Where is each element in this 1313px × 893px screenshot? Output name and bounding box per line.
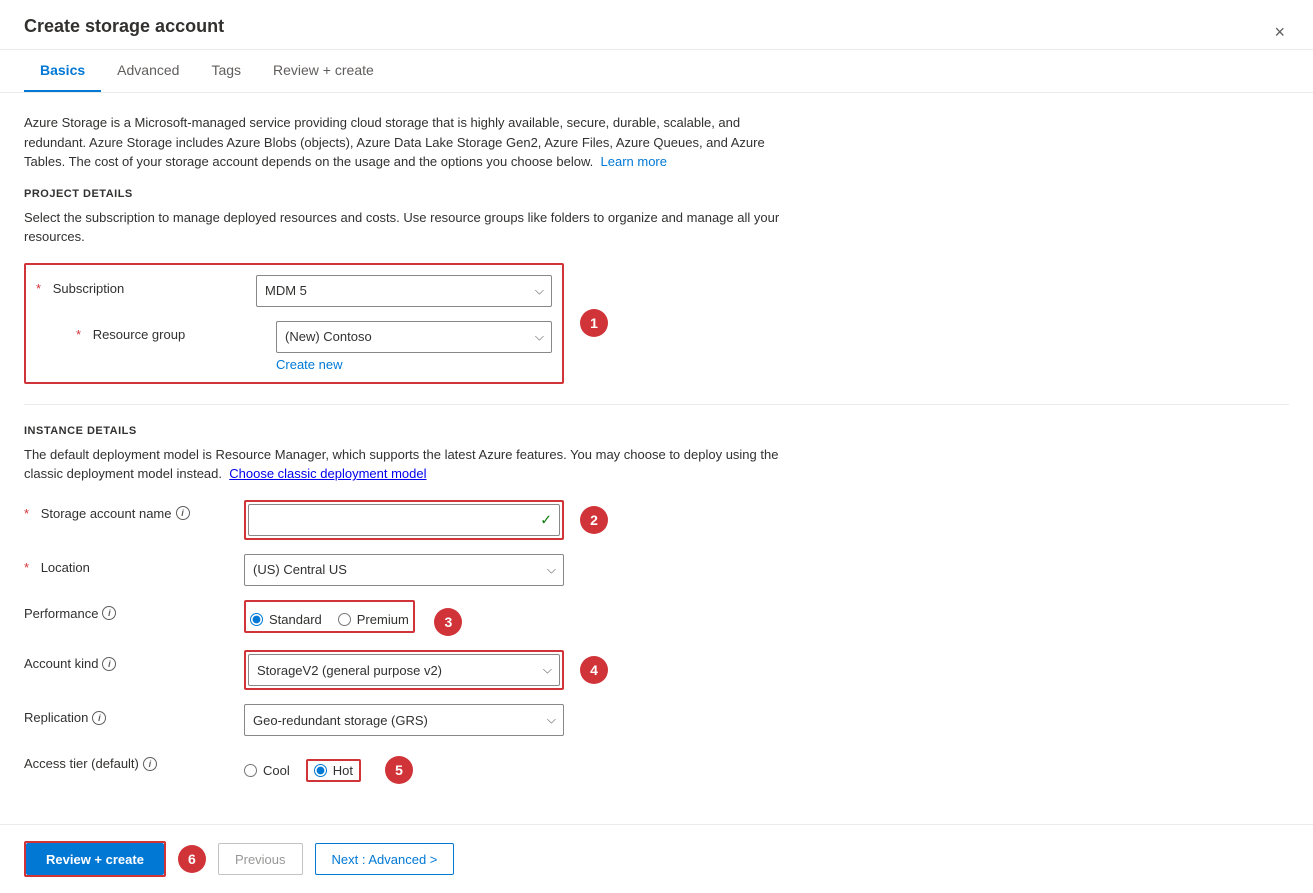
- project-details-desc: Select the subscription to manage deploy…: [24, 208, 784, 247]
- callout-4: 4: [580, 656, 608, 684]
- performance-standard-radio[interactable]: [250, 613, 263, 626]
- next-button[interactable]: Next : Advanced >: [315, 843, 455, 875]
- subscription-label: * Subscription: [36, 275, 256, 296]
- tab-advanced[interactable]: Advanced: [101, 50, 195, 92]
- performance-standard-label: Standard: [269, 612, 322, 627]
- access-tier-hot-radio[interactable]: [314, 764, 327, 777]
- instance-details-title: INSTANCE DETAILS: [24, 425, 1289, 437]
- classic-deployment-link[interactable]: Choose classic deployment model: [229, 466, 426, 481]
- tab-bar: Basics Advanced Tags Review + create: [0, 50, 1313, 93]
- access-tier-group: Access tier (default) i Cool Hot: [24, 750, 564, 784]
- project-details-title: PROJECT DETAILS: [24, 188, 1289, 200]
- subscription-select[interactable]: MDM 5: [256, 275, 552, 307]
- storage-name-input[interactable]: yourstorageaccountname: [248, 504, 560, 536]
- location-group: * Location (US) Central US ⌵: [24, 554, 564, 586]
- storage-name-input-wrapper: yourstorageaccountname ✓: [244, 500, 564, 540]
- replication-group: Replication i Geo-redundant storage (GRS…: [24, 704, 564, 736]
- access-tier-hot-option[interactable]: Hot: [306, 759, 361, 782]
- callout-1: 1: [580, 309, 608, 337]
- input-valid-icon: ✓: [540, 511, 552, 528]
- instance-details-desc: The default deployment model is Resource…: [24, 445, 784, 484]
- footer: Review + create 6 Previous Next : Advanc…: [0, 824, 1313, 893]
- performance-radio-group: Standard Premium: [250, 606, 409, 627]
- performance-premium-radio[interactable]: [338, 613, 351, 626]
- performance-standard-option[interactable]: Standard: [250, 612, 322, 627]
- storage-name-label: * Storage account name i: [24, 500, 244, 521]
- learn-more-link[interactable]: Learn more: [601, 154, 667, 169]
- account-kind-select[interactable]: StorageV2 (general purpose v2): [248, 654, 560, 686]
- close-button[interactable]: ×: [1270, 18, 1289, 47]
- storage-name-group: * Storage account name i yourstorageacco…: [24, 500, 564, 540]
- callout-2: 2: [580, 506, 608, 534]
- account-kind-label: Account kind i: [24, 650, 244, 671]
- access-tier-info-icon[interactable]: i: [143, 757, 157, 771]
- review-create-button[interactable]: Review + create: [26, 843, 164, 875]
- subscription-select-wrapper: MDM 5 ⌵: [256, 275, 552, 307]
- tab-tags[interactable]: Tags: [195, 50, 257, 92]
- content-area: Azure Storage is a Microsoft-managed ser…: [0, 93, 1313, 824]
- tab-basics[interactable]: Basics: [24, 50, 101, 92]
- create-new-link[interactable]: Create new: [276, 357, 552, 372]
- dialog-title: Create storage account: [24, 16, 224, 49]
- review-create-btn-wrapper: Review + create: [24, 841, 166, 877]
- resource-group-select-wrapper: (New) Contoso ⌵ Create new: [276, 321, 552, 372]
- dialog-header: Create storage account ×: [0, 0, 1313, 50]
- resource-group-form-group: * Resource group (New) Contoso ⌵ Create …: [36, 321, 552, 372]
- performance-premium-option[interactable]: Premium: [338, 612, 409, 627]
- replication-label: Replication i: [24, 704, 244, 725]
- performance-label: Performance i: [24, 600, 244, 621]
- account-kind-group: Account kind i StorageV2 (general purpos…: [24, 650, 564, 690]
- location-select-wrapper: (US) Central US ⌵: [244, 554, 564, 586]
- resource-group-select[interactable]: (New) Contoso: [276, 321, 552, 353]
- replication-select[interactable]: Geo-redundant storage (GRS): [244, 704, 564, 736]
- storage-name-info-icon[interactable]: i: [176, 506, 190, 520]
- access-tier-radio-group: Cool Hot 5: [244, 750, 564, 784]
- previous-button[interactable]: Previous: [218, 843, 303, 875]
- replication-info-icon[interactable]: i: [92, 711, 106, 725]
- performance-info-icon[interactable]: i: [102, 606, 116, 620]
- account-kind-select-wrapper: StorageV2 (general purpose v2) ⌵ 4: [244, 650, 564, 690]
- callout-5: 5: [385, 756, 413, 784]
- performance-group: Performance i Standard Premium: [24, 600, 564, 637]
- section-divider-1: [24, 404, 1289, 405]
- location-label: * Location: [24, 554, 244, 575]
- access-tier-hot-label: Hot: [333, 763, 353, 778]
- performance-options-wrapper: Standard Premium 3: [244, 600, 564, 637]
- create-storage-dialog: Create storage account × Basics Advanced…: [0, 0, 1313, 893]
- callout-6: 6: [178, 845, 206, 873]
- access-tier-options-wrapper: Cool Hot 5: [244, 750, 564, 784]
- project-details-section: PROJECT DETAILS Select the subscription …: [24, 188, 1289, 384]
- account-kind-info-icon[interactable]: i: [102, 657, 116, 671]
- location-select[interactable]: (US) Central US: [244, 554, 564, 586]
- performance-premium-label: Premium: [357, 612, 409, 627]
- replication-select-wrapper: Geo-redundant storage (GRS) ⌵: [244, 704, 564, 736]
- instance-details-section: INSTANCE DETAILS The default deployment …: [24, 425, 1289, 785]
- access-tier-cool-option[interactable]: Cool: [244, 763, 290, 778]
- resource-group-label: * Resource group: [56, 321, 276, 342]
- tab-review-create[interactable]: Review + create: [257, 50, 390, 92]
- access-tier-cool-radio[interactable]: [244, 764, 257, 777]
- access-tier-cool-label: Cool: [263, 763, 290, 778]
- subscription-group: * Subscription MDM 5 ⌵: [36, 275, 552, 307]
- callout-3: 3: [434, 608, 462, 636]
- access-tier-label: Access tier (default) i: [24, 750, 244, 771]
- intro-description: Azure Storage is a Microsoft-managed ser…: [24, 113, 784, 172]
